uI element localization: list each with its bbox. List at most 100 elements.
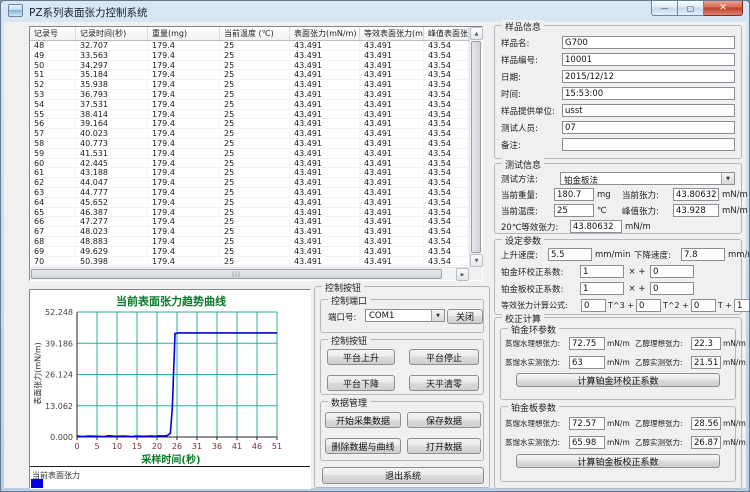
table-row[interactable]: 6748.023179.42543.49143.49143.54 (30, 227, 469, 237)
table-cell: 25 (220, 178, 290, 187)
table-row[interactable]: 6344.777179.42543.49143.49143.54 (30, 188, 469, 198)
table-row[interactable]: 5336.793179.42543.49143.49143.54 (30, 90, 469, 100)
formula-c-input[interactable] (691, 299, 716, 312)
table-row[interactable]: 6647.277179.42543.49143.49143.54 (30, 217, 469, 227)
table-cell: 43.491 (290, 257, 360, 266)
exit-system-button[interactable]: 退出系统 (322, 467, 484, 484)
ring-water-ideal-input[interactable] (569, 337, 605, 350)
scroll-right-icon[interactable]: ▶ (456, 268, 469, 281)
formula-a-input[interactable] (581, 299, 606, 312)
peak-tension-input[interactable] (673, 204, 719, 217)
provider-input[interactable] (562, 104, 735, 117)
formula-d-input[interactable] (734, 299, 750, 312)
fall-speed-input[interactable] (681, 248, 725, 261)
minimize-button[interactable]: — (651, 1, 678, 16)
vertical-scroll-thumb[interactable] (471, 41, 481, 253)
horizontal-scroll-thumb[interactable]: ||| (31, 269, 442, 279)
method-select[interactable]: 铂金板法 ▼ (560, 172, 735, 185)
balance-zero-button[interactable]: 天平清零 (409, 375, 479, 391)
remark-input[interactable] (562, 138, 735, 151)
table-row[interactable]: 6445.652179.42543.49143.49143.54 (30, 198, 469, 208)
plate-water-ideal-input[interactable] (569, 417, 605, 430)
port-select[interactable]: COM1 ▼ (365, 309, 445, 322)
ring-alcohol-real-input[interactable] (691, 356, 721, 369)
table-horizontal-scrollbar[interactable]: ||| ▶ (30, 267, 469, 280)
table-row[interactable]: 6042.445179.42543.49143.49143.54 (30, 159, 469, 169)
time-input[interactable] (562, 87, 735, 100)
column-header-weight[interactable]: 重量(mg) (148, 27, 220, 40)
column-header-record-no[interactable]: 记录号 (30, 27, 76, 40)
table-cell: 50.398 (76, 257, 148, 266)
column-header-equiv-tension[interactable]: 等效表面张力(mN/... (360, 27, 424, 40)
table-row[interactable]: 6244.047179.42543.49143.49143.54 (30, 178, 469, 188)
table-row[interactable]: 6143.188179.42543.49143.49143.54 (30, 168, 469, 178)
close-port-button[interactable]: 关闭 (447, 309, 483, 324)
delete-data-button[interactable]: 删除数据与曲线 (325, 438, 401, 454)
column-header-peak-tension[interactable]: 峰值表面张力(m... (424, 27, 469, 40)
table-row[interactable]: 5740.023179.42543.49143.49143.54 (30, 129, 469, 139)
fall-speed-label: 下降速度: (634, 249, 678, 261)
table-cell: 43.491 (290, 61, 360, 70)
start-collect-button[interactable]: 开始采集数据 (325, 412, 401, 428)
platform-stop-button[interactable]: 平台停止 (409, 349, 479, 365)
table-row[interactable]: 5437.531179.42543.49143.49143.54 (30, 100, 469, 110)
plate-alcohol-real-input[interactable] (691, 436, 721, 449)
current-temp-input[interactable] (554, 204, 594, 217)
ring-alcohol-real-label: 乙醇实测张力: (635, 357, 689, 368)
platform-up-button[interactable]: 平台上升 (327, 349, 395, 365)
chevron-down-icon[interactable]: ▼ (721, 173, 734, 184)
table-cell: 43.54 (424, 129, 469, 138)
table-row[interactable]: 5034.297179.42543.49143.49143.54 (30, 61, 469, 71)
table-row[interactable]: 5941.531179.42543.49143.49143.54 (30, 149, 469, 159)
column-header-time[interactable]: 记录时间(秒) (76, 27, 148, 40)
calc-plate-coef-button[interactable]: 计算铂金板校正系数 (516, 454, 720, 468)
table-row[interactable]: 5235.938179.42543.49143.49143.54 (30, 80, 469, 90)
save-data-button[interactable]: 保存数据 (407, 412, 481, 428)
equiv-tension-input[interactable] (570, 220, 622, 233)
maximize-button[interactable]: ▢ (678, 1, 704, 16)
unit-mnm: mN/m (607, 339, 633, 348)
table-vertical-scrollbar[interactable]: ▲ ▼ (469, 27, 482, 267)
formula-b-input[interactable] (636, 299, 661, 312)
scroll-up-icon[interactable]: ▲ (470, 27, 483, 40)
table-row[interactable]: 6949.629179.42543.49143.49143.54 (30, 247, 469, 257)
ring-water-real-input[interactable] (569, 356, 605, 369)
table-row[interactable]: 5135.184179.42543.49143.49143.54 (30, 70, 469, 80)
table-cell: 43.491 (360, 257, 424, 266)
rise-speed-input[interactable] (548, 248, 592, 261)
table-row[interactable]: 6546.387179.42543.49143.49143.54 (30, 208, 469, 218)
date-input[interactable] (562, 70, 735, 83)
plate-alcohol-ideal-input[interactable] (691, 417, 721, 430)
table-cell: 43.491 (360, 90, 424, 99)
plate-coef-b-input[interactable] (650, 282, 694, 295)
chevron-down-icon[interactable]: ▼ (431, 310, 444, 321)
current-tension-input[interactable] (673, 188, 719, 201)
plate-coef-k-input[interactable] (580, 282, 624, 295)
close-button[interactable]: ✕ (704, 1, 743, 16)
table-row[interactable]: 4832.707179.42543.49143.49143.54 (30, 41, 469, 51)
table-row[interactable]: 5639.164179.42543.49143.49143.54 (30, 119, 469, 129)
table-cell: 43.54 (424, 139, 469, 148)
table-cell: 43.491 (360, 247, 424, 256)
table-row[interactable]: 5538.414179.42543.49143.49143.54 (30, 110, 469, 120)
scroll-down-icon[interactable]: ▼ (470, 254, 483, 267)
sample-name-input[interactable] (562, 36, 735, 49)
table-cell: 40.773 (76, 139, 148, 148)
table-cell: 43.491 (360, 237, 424, 246)
ring-alcohol-ideal-input[interactable] (691, 337, 721, 350)
sample-id-input[interactable] (562, 53, 735, 66)
platform-down-button[interactable]: 平台下降 (327, 375, 395, 391)
open-data-button[interactable]: 打开数据 (407, 438, 481, 454)
column-header-tension[interactable]: 表面张力(mN/m) (290, 27, 360, 40)
calc-ring-coef-button[interactable]: 计算铂金环校正系数 (516, 373, 720, 387)
table-row[interactable]: 6848.883179.42543.49143.49143.54 (30, 237, 469, 247)
table-row[interactable]: 4933.563179.42543.49143.49143.54 (30, 51, 469, 61)
column-header-temp[interactable]: 当前温度 (℃) (220, 27, 290, 40)
ring-coef-k-input[interactable] (580, 265, 624, 278)
ring-coef-b-input[interactable] (650, 265, 694, 278)
tester-input[interactable] (562, 121, 735, 134)
table-row[interactable]: 5840.773179.42543.49143.49143.54 (30, 139, 469, 149)
current-weight-input[interactable] (554, 188, 594, 201)
table-row[interactable]: 7050.398179.42543.49143.49143.54 (30, 257, 469, 267)
plate-water-real-input[interactable] (569, 436, 605, 449)
